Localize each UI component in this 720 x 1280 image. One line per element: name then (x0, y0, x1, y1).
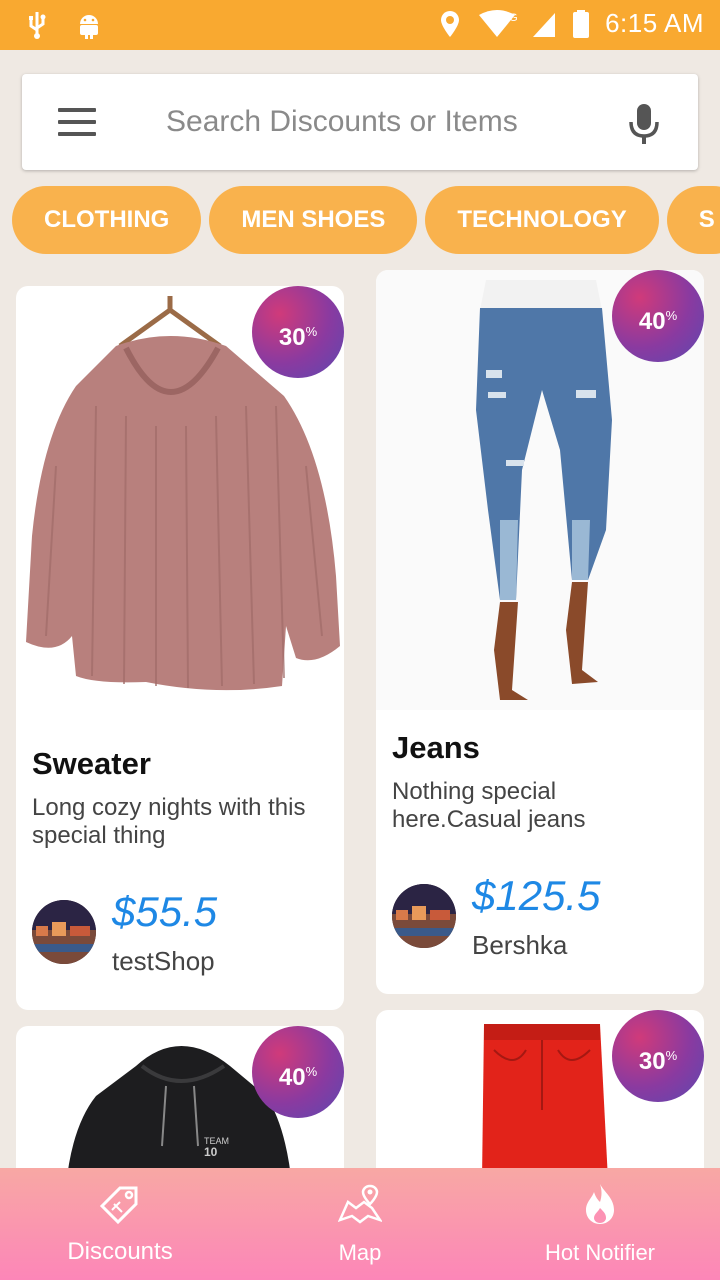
tag-icon (99, 1186, 138, 1225)
bottom-navigation: Discounts Map Hot Notifier (0, 1168, 720, 1280)
usb-icon (29, 12, 46, 39)
shop-avatar[interactable] (392, 884, 456, 948)
discount-badge: 30% (612, 1010, 704, 1102)
location-icon (441, 10, 460, 37)
discount-badge: 40% (252, 1026, 344, 1118)
chip-clothing[interactable]: CLOTHING (12, 186, 202, 254)
android-icon (80, 15, 98, 39)
status-bar: 3G 6:15 AM (0, 0, 720, 50)
nav-label: Hot Notifier (544, 1240, 656, 1265)
product-card-jeans[interactable]: 40% Jeans Nothing special here.Casual je… (376, 270, 704, 994)
wifi-icon: 3G (479, 9, 517, 37)
nav-hot-notifier[interactable]: Hot Notifier (480, 1168, 720, 1280)
signal-icon (533, 12, 556, 37)
search-bar (22, 74, 698, 170)
microphone-icon[interactable] (626, 102, 662, 146)
status-time: 6:15 AM (605, 8, 704, 38)
category-chips: CLOTHING MEN SHOES TECHNOLOGY S (12, 186, 720, 254)
nav-label: Discounts (67, 1238, 173, 1265)
product-description: Long cozy nights with this special thing (32, 794, 306, 849)
product-title: Sweater (32, 746, 151, 781)
nav-discounts[interactable]: Discounts (0, 1168, 240, 1280)
product-card-sweater[interactable]: 30% Sweater Long cozy nights with this s… (16, 286, 344, 1010)
nav-map[interactable]: Map (240, 1168, 480, 1280)
flame-icon (586, 1184, 614, 1224)
product-price: $125.5 (472, 872, 601, 919)
battery-icon (573, 9, 590, 38)
chip-more[interactable]: S (666, 186, 720, 254)
svg-text:3G: 3G (503, 12, 517, 24)
discount-badge: 30% (252, 286, 344, 378)
chip-men-shoes[interactable]: MEN SHOES (209, 186, 418, 254)
product-title: Jeans (392, 730, 480, 765)
hamburger-menu-icon[interactable] (58, 108, 96, 136)
product-price: $55.5 (112, 888, 218, 935)
chip-technology[interactable]: TECHNOLOGY (425, 186, 659, 254)
shop-name[interactable]: Bershka (472, 930, 567, 961)
shop-name[interactable]: testShop (112, 946, 215, 977)
nav-label: Map (338, 1240, 382, 1265)
search-input[interactable] (166, 100, 586, 144)
discount-badge: 40% (612, 270, 704, 362)
map-icon (338, 1184, 382, 1224)
shop-avatar[interactable] (32, 900, 96, 964)
product-description: Nothing special here.Casual jeans (392, 778, 586, 833)
svg-text:10: 10 (204, 1145, 218, 1159)
